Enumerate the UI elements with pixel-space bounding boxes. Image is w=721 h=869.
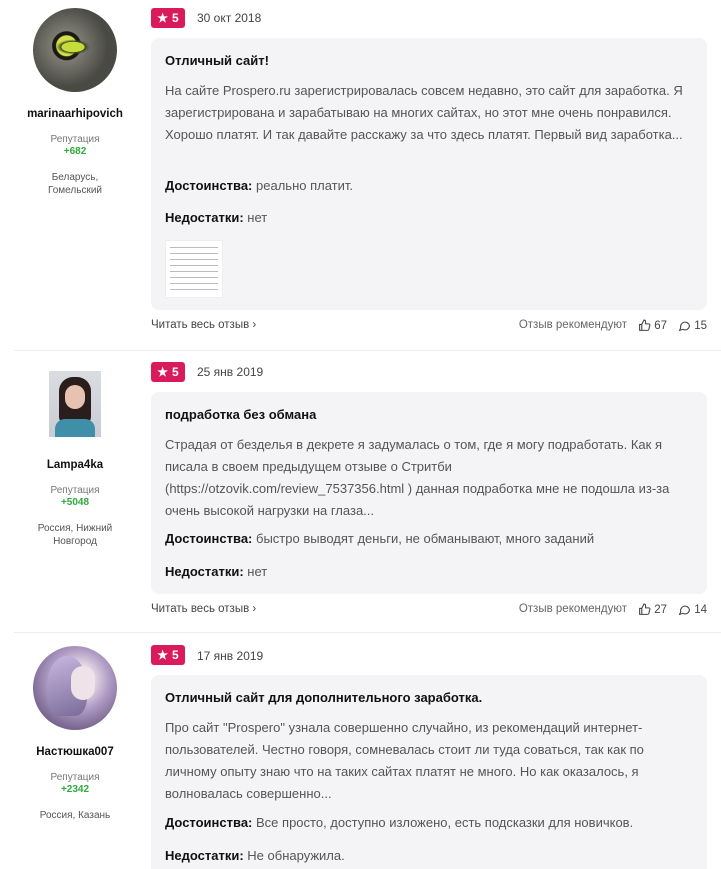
review-item: Lampa4ka Репутация +5048 Россия, Нижний … [0, 351, 721, 631]
rating-badge: ★ 5 [151, 645, 185, 665]
comments-button[interactable]: 14 [678, 603, 707, 616]
reputation-label: Репутация [50, 772, 100, 783]
review-date: 25 янв 2019 [197, 365, 264, 379]
comment-count: 15 [694, 319, 707, 332]
read-more-label: Читать весь отзыв [151, 603, 250, 615]
review-title[interactable]: Отличный сайт для дополнительного зарабо… [165, 690, 482, 705]
pros-text: быстро выводят деньги, не обманывают, мн… [256, 531, 595, 546]
rating-value: 5 [172, 365, 179, 379]
review-card[interactable]: Отличный сайт для дополнительного зарабо… [151, 675, 707, 869]
cons-label: Недостатки: [165, 848, 244, 863]
review-title[interactable]: Отличный сайт! [165, 53, 269, 68]
rating-value: 5 [172, 11, 179, 25]
rating-badge: ★ 5 [151, 8, 185, 28]
comment-count: 14 [694, 603, 707, 616]
reputation-value: +682 [63, 146, 87, 157]
chevron-right-icon: › [252, 319, 257, 331]
location: Беларусь, Гомельский [47, 172, 102, 196]
review-image-thumbnail[interactable] [165, 240, 223, 298]
comment-icon [678, 605, 691, 616]
pros-text: Все просто, доступно изложено, есть подс… [256, 815, 634, 830]
review-footer: Читать весь отзыв › Отзыв рекомендуют 27… [151, 603, 707, 619]
comments-button[interactable]: 15 [678, 319, 707, 332]
reputation-value: +2342 [60, 784, 90, 795]
review-title[interactable]: подработка без обмана [165, 407, 316, 422]
pros: Достоинства: Все просто, доступно изложе… [165, 815, 693, 830]
location: Россия, Нижний Новгород [37, 523, 113, 547]
review-text: На сайте Prospero.ru зарегистрировалась … [165, 83, 683, 142]
read-more-label: Читать весь отзыв [151, 319, 250, 331]
review-item: Настюшка007 Репутация +2342 Россия, Каза… [0, 633, 721, 869]
reputation-label: Репутация [50, 485, 100, 496]
recommend-label: Отзыв рекомендуют [518, 603, 627, 615]
review-card[interactable]: Отличный сайт! На сайте Prospero.ru заре… [151, 38, 707, 310]
review-item: marinaarhipovich Репутация +682 Беларусь… [0, 0, 721, 350]
cons-text: нет [247, 210, 268, 225]
user-block: marinaarhipovich Репутация +682 Беларусь… [0, 8, 150, 197]
cons: Недостатки: нет [165, 564, 693, 579]
pros: Достоинства: быстро выводят деньги, не о… [165, 531, 693, 546]
username[interactable]: Lampa4ka [0, 457, 150, 473]
star-icon: ★ [157, 365, 169, 379]
review-date: 17 янв 2019 [197, 649, 264, 663]
user-block: Lampa4ka Репутация +5048 Россия, Нижний … [0, 371, 150, 548]
read-more-link[interactable]: Читать весь отзыв › [151, 319, 256, 331]
reputation-value: +5048 [60, 497, 90, 508]
avatar[interactable] [33, 8, 117, 92]
recommend-label: Отзыв рекомендуют [518, 319, 627, 331]
star-icon: ★ [157, 648, 169, 662]
review-date: 30 окт 2018 [197, 11, 262, 25]
like-count: 27 [654, 603, 667, 616]
username[interactable]: Настюшка007 [0, 744, 150, 760]
rating-badge: ★ 5 [151, 362, 185, 382]
pros-label: Достоинства: [165, 815, 253, 830]
avatar[interactable] [33, 646, 117, 730]
review-card[interactable]: подработка без обмана Страдая от бездель… [151, 392, 707, 594]
pros-label: Достоинства: [165, 531, 253, 546]
read-more-link[interactable]: Читать весь отзыв › [151, 603, 256, 615]
cons-label: Недостатки: [165, 564, 244, 579]
username[interactable]: marinaarhipovich [0, 106, 150, 122]
cons-text: нет [247, 564, 268, 579]
review-footer: Читать весь отзыв › Отзыв рекомендуют 67… [151, 319, 707, 335]
cons-label: Недостатки: [165, 210, 244, 225]
review-text: Страдая от безделья в декрете я задумала… [165, 437, 670, 518]
thumbs-up-icon [639, 319, 651, 331]
cons: Недостатки: Не обнаружила. [165, 848, 693, 863]
like-button[interactable]: 67 [638, 319, 667, 332]
star-icon: ★ [157, 11, 169, 25]
cons-text: Не обнаружила. [247, 848, 345, 863]
reputation-label: Репутация [50, 134, 100, 145]
thumbs-up-icon [639, 603, 651, 615]
pros: Достоинства: реально платит. [165, 178, 693, 193]
chevron-right-icon: › [252, 603, 257, 615]
location: Россия, Казань [39, 810, 111, 821]
user-block: Настюшка007 Репутация +2342 Россия, Каза… [0, 646, 150, 822]
avatar[interactable] [49, 371, 101, 437]
like-count: 67 [654, 319, 667, 332]
rating-value: 5 [172, 648, 179, 662]
review-text: Про сайт "Prospero" узнала совершенно сл… [165, 720, 644, 801]
like-button[interactable]: 27 [638, 603, 667, 616]
comment-icon [678, 321, 691, 332]
cons: Недостатки: нет [165, 210, 693, 225]
pros-text: реально платит. [256, 178, 353, 193]
pros-label: Достоинства: [165, 178, 253, 193]
